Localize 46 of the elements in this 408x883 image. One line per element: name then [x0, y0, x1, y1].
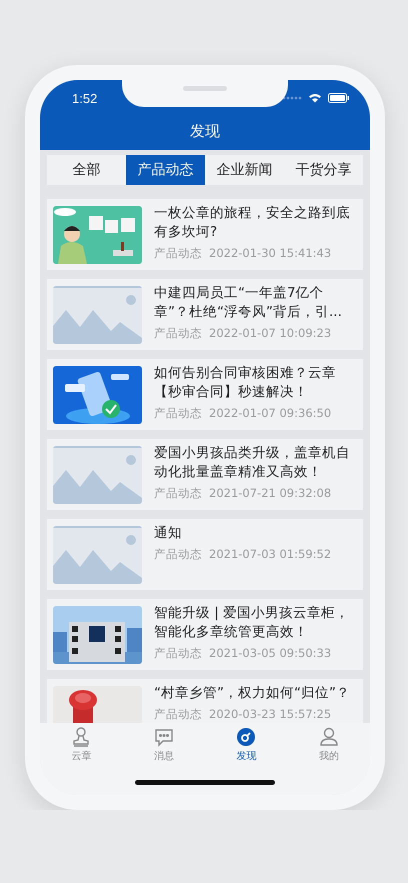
article-card[interactable]: “村章乡管”，权力如何“归位”？ 产品动态 2020-03-23 15:57:25 [47, 679, 363, 723]
page-title: 发现 [189, 121, 221, 142]
wifi-icon [308, 93, 322, 103]
article-title: 智能升级 | 爱国小男孩云章柜，智能化多章统管更高效！ [154, 604, 350, 642]
article-category: 产品动态 [154, 486, 202, 500]
article-time: 2021-07-21 09:32:08 [209, 486, 332, 500]
article-card[interactable]: 一枚公章的旅程，安全之路到底有多坎坷? 产品动态 2022-01-30 15:41:43 [47, 199, 363, 270]
chat-icon [154, 727, 174, 747]
image-placeholder-icon [53, 526, 142, 584]
image-placeholder-icon [53, 446, 142, 504]
article-time: 2021-07-03 01:59:52 [209, 547, 332, 561]
article-category: 产品动态 [154, 246, 202, 260]
article-category: 产品动态 [154, 326, 202, 340]
article-card[interactable]: 智能升级 | 爱国小男孩云章柜，智能化多章统管更高效！ 产品动态 2021-03-05 09:50:33 [47, 599, 363, 670]
user-icon [318, 727, 339, 747]
article-title: 一枚公章的旅程，安全之路到底有多坎坷? [154, 204, 351, 242]
article-time: 2022-01-07 09:36:50 [209, 406, 332, 420]
article-card[interactable]: 如何告别合同审核困难？云章【秒审合同】秒速解决！ 产品动态 2022-01-07 09:36:50 [47, 359, 363, 430]
image-placeholder-icon [53, 286, 142, 344]
battery-icon [328, 93, 350, 103]
article-category: 产品动态 [154, 707, 202, 721]
stamp-icon [72, 727, 90, 747]
speaker-grille [183, 86, 227, 91]
article-category: 产品动态 [154, 547, 202, 561]
article-time: 2022-01-30 15:41:43 [209, 246, 332, 260]
category-tab[interactable]: 干货分享 [284, 155, 363, 185]
article-card[interactable]: 中建四局员工“一年盖7亿个章”？杜绝“浮夸风”背后，引... 产品动态 2022-01-07 10:09:23 [47, 279, 363, 350]
category-tab[interactable]: 全部 [47, 155, 126, 185]
compass-icon [236, 727, 256, 747]
article-time: 2021-03-05 09:50:33 [209, 646, 332, 660]
article-card[interactable]: 爱国小男孩品类升级，盖章机自动化批量盖章精准又高效！ 产品动态 2021-07-21 09:32:08 [47, 439, 363, 510]
article-title: 爱国小男孩品类升级，盖章机自动化批量盖章精准又高效！ [154, 444, 351, 482]
article-time: 2022-01-07 10:09:23 [209, 326, 332, 340]
article-title: 通知 [154, 524, 183, 543]
status-time: 1:52 [72, 90, 98, 106]
article-time: 2020-03-23 15:57:25 [209, 707, 332, 721]
article-title: 如何告别合同审核困难？云章【秒审合同】秒速解决！ [154, 364, 337, 402]
article-title: “村章乡管”，权力如何“归位”？ [154, 684, 351, 703]
category-tab[interactable]: 产品动态 [126, 155, 205, 185]
article-card[interactable]: 通知 产品动态 2021-07-03 01:59:52 [47, 519, 363, 590]
category-tab[interactable]: 企业新闻 [205, 155, 284, 185]
article-category: 产品动态 [154, 646, 202, 660]
signal-icon [282, 96, 302, 100]
article-title: 中建四局员工“一年盖7亿个章”？杜绝“浮夸风”背后，引... [154, 284, 343, 322]
nav-item[interactable]: 发现 [205, 723, 288, 770]
article-category: 产品动态 [154, 406, 202, 420]
